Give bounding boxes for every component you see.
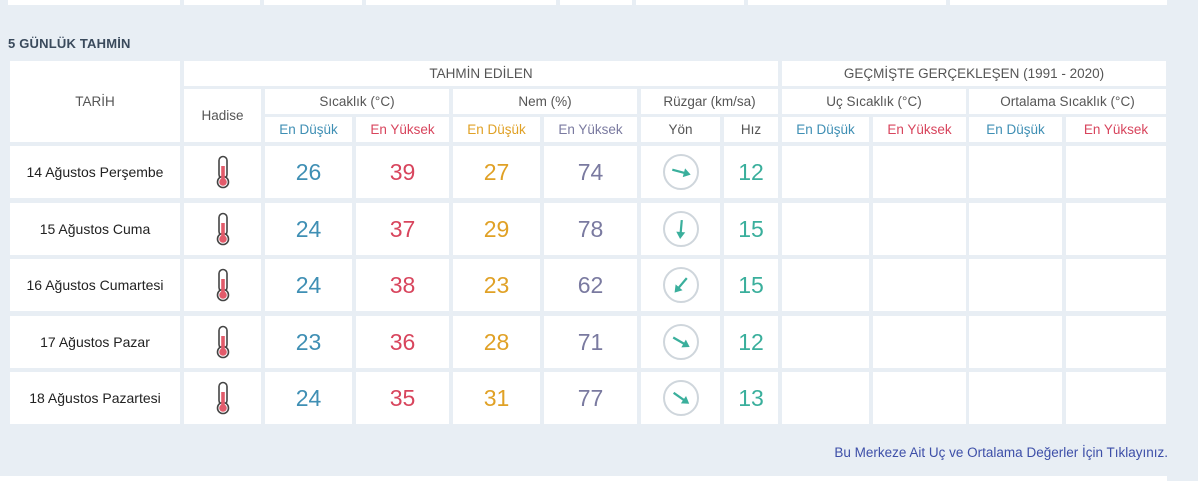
avg-high — [1066, 316, 1166, 368]
row-date: 15 Ağustos Cuma — [10, 203, 180, 255]
thermometer-icon — [216, 268, 229, 302]
thermometer-icon — [216, 212, 229, 246]
event-cell — [184, 372, 261, 424]
wind-arrow-icon — [662, 324, 699, 360]
wind-direction — [641, 146, 720, 198]
humidity-high: 62 — [544, 259, 637, 311]
humidity-high: 78 — [544, 203, 637, 255]
row-date: 18 Ağustos Pazartesi — [10, 372, 180, 424]
wind-speed: 13 — [724, 372, 778, 424]
temp-high: 37 — [356, 203, 449, 255]
header-event: Hadise — [184, 89, 261, 142]
header-wind-dir: Yön — [641, 117, 720, 142]
wind-speed: 15 — [724, 259, 778, 311]
header-hum-high: En Yüksek — [544, 117, 637, 142]
header-temp-low: En Düşük — [265, 117, 352, 142]
wind-speed: 15 — [724, 203, 778, 255]
bottom-divider — [0, 476, 1167, 481]
extreme-high — [873, 259, 966, 311]
avg-low — [969, 203, 1062, 255]
wind-direction — [641, 203, 720, 255]
humidity-low: 31 — [453, 372, 540, 424]
humidity-high: 74 — [544, 146, 637, 198]
header-wind: Rüzgar (km/sa) — [641, 89, 778, 114]
temp-low: 24 — [265, 259, 352, 311]
header-hum-low: En Düşük — [453, 117, 540, 142]
thermometer-icon — [216, 381, 229, 415]
event-cell — [184, 316, 261, 368]
header-extreme-low: En Düşük — [782, 117, 869, 142]
humidity-high: 71 — [544, 316, 637, 368]
temp-low: 26 — [265, 146, 352, 198]
avg-high — [1066, 259, 1166, 311]
wind-direction — [641, 316, 720, 368]
avg-low — [969, 372, 1062, 424]
wind-arrow-icon — [662, 380, 699, 416]
temp-high: 36 — [356, 316, 449, 368]
temp-high: 35 — [356, 372, 449, 424]
temp-low: 23 — [265, 316, 352, 368]
event-cell — [184, 203, 261, 255]
section-title: 5 GÜNLÜK TAHMİN — [8, 36, 131, 51]
humidity-low: 28 — [453, 316, 540, 368]
avg-high — [1066, 372, 1166, 424]
event-cell — [184, 146, 261, 198]
averages-link[interactable]: Bu Merkeze Ait Uç ve Ortalama Değerler İ… — [834, 445, 1168, 460]
wind-speed: 12 — [724, 146, 778, 198]
wind-arrow-icon — [662, 267, 699, 303]
event-cell — [184, 259, 261, 311]
header-history: GEÇMİŞTE GERÇEKLEŞEN (1991 - 2020) — [782, 61, 1166, 86]
header-temp-high: En Yüksek — [356, 117, 449, 142]
humidity-low: 29 — [453, 203, 540, 255]
header-extreme-high: En Yüksek — [873, 117, 966, 142]
humidity-high: 77 — [544, 372, 637, 424]
extreme-low — [782, 372, 869, 424]
extreme-low — [782, 146, 869, 198]
temp-low: 24 — [265, 203, 352, 255]
header-forecast: TAHMİN EDİLEN — [184, 61, 778, 86]
humidity-low: 23 — [453, 259, 540, 311]
wind-arrow-icon — [662, 211, 699, 247]
header-avg-low: En Düşük — [969, 117, 1062, 142]
header-date: TARİH — [10, 61, 180, 142]
thermometer-icon — [216, 325, 229, 359]
temp-low: 24 — [265, 372, 352, 424]
thermometer-icon — [216, 155, 229, 189]
header-extreme-temp: Uç Sıcaklık (°C) — [782, 89, 966, 114]
row-date: 14 Ağustos Perşembe — [10, 146, 180, 198]
avg-low — [969, 259, 1062, 311]
wind-direction — [641, 372, 720, 424]
header-wind-speed: Hız — [724, 117, 778, 142]
row-date: 16 Ağustos Cumartesi — [10, 259, 180, 311]
wind-arrow-icon — [662, 154, 699, 190]
wind-speed: 12 — [724, 316, 778, 368]
header-humidity: Nem (%) — [453, 89, 637, 114]
header-temp: Sıcaklık (°C) — [265, 89, 449, 114]
avg-high — [1066, 146, 1166, 198]
previous-table-bottom — [0, 0, 1167, 7]
extreme-high — [873, 316, 966, 368]
avg-low — [969, 146, 1062, 198]
extreme-high — [873, 203, 966, 255]
avg-high — [1066, 203, 1166, 255]
wind-direction — [641, 259, 720, 311]
extreme-high — [873, 146, 966, 198]
row-date: 17 Ağustos Pazar — [10, 316, 180, 368]
extreme-high — [873, 372, 966, 424]
temp-high: 38 — [356, 259, 449, 311]
humidity-low: 27 — [453, 146, 540, 198]
temp-high: 39 — [356, 146, 449, 198]
extreme-low — [782, 316, 869, 368]
extreme-low — [782, 203, 869, 255]
avg-low — [969, 316, 1062, 368]
header-avg-temp: Ortalama Sıcaklık (°C) — [969, 89, 1166, 114]
extreme-low — [782, 259, 869, 311]
header-avg-high: En Yüksek — [1066, 117, 1166, 142]
